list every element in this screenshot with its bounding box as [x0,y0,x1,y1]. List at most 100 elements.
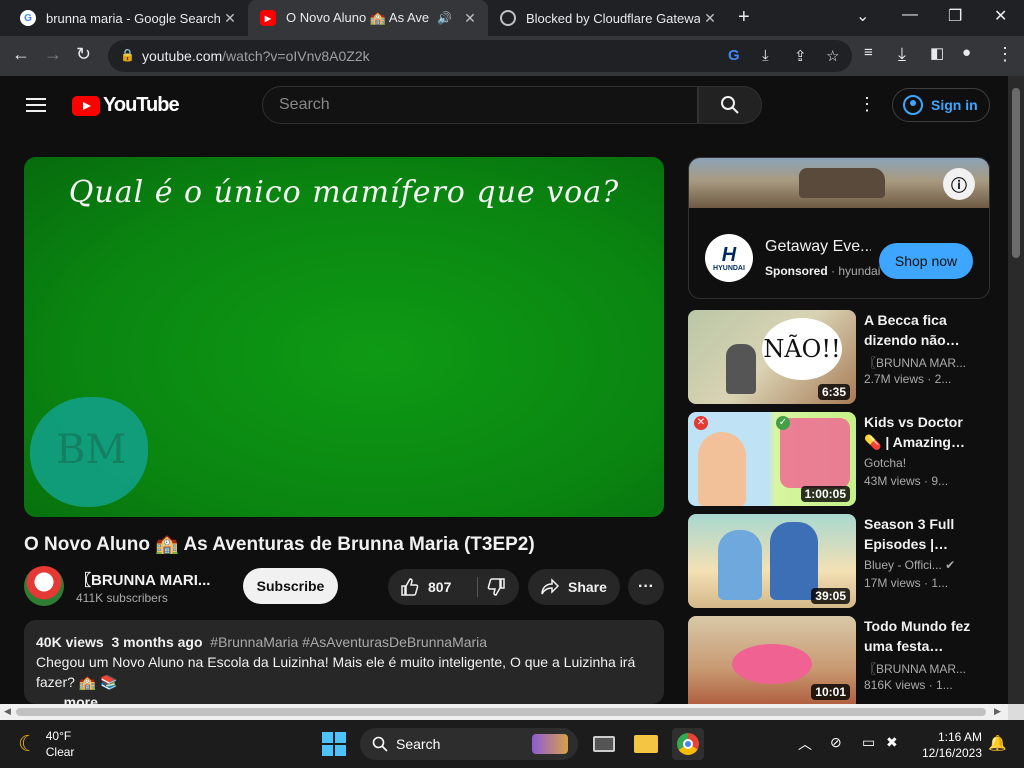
forward-button[interactable]: → [44,44,62,65]
recommendation-channel[interactable]: Bluey - Offici... ✔ [864,558,974,572]
youtube-header: YouTube Search ⋮ Sign in [0,76,1008,134]
weather-temperature: 40°F [45,729,72,743]
horizontal-scrollbar[interactable]: ◀ ▶ [0,704,1008,720]
hashtags[interactable]: #BrunnaMaria #AsAventurasDeBrunnaMaria [210,634,487,650]
recommendation-channel[interactable]: 〖BRUNNA MAR... [864,354,974,371]
channel-avatar[interactable] [24,566,64,606]
downloads-icon[interactable]: ⤓ [898,44,906,65]
advertiser-logo[interactable]: H HYUNDAI [705,234,753,282]
recommendation-title[interactable]: Kids vs Doctor 💊 | Amazing… [864,412,974,452]
show-hidden-icons-chevron[interactable]: ︿ [798,734,812,754]
google-lens-icon[interactable]: G [728,47,740,64]
hamburger-menu-icon[interactable] [26,98,46,112]
install-app-icon[interactable]: ⤓ [762,47,769,64]
scroll-right-arrow-icon[interactable]: ▶ [994,706,1001,717]
thumbnail-dog-blue [718,530,762,600]
video-thumbnail[interactable]: 10:01 [688,616,856,704]
taskbar-search[interactable]: Search [360,728,578,760]
video-thumbnail[interactable]: 39:05 [688,514,856,608]
weather-widget[interactable]: ☾ 40°F Clear [18,728,74,760]
restore-button[interactable]: ❐ [948,6,962,26]
recommendation-item[interactable]: ✕ ✓ 1:00:05 Kids vs Doctor 💊 | Amazing… … [688,412,978,506]
bookmark-star-icon[interactable]: ☆ [826,47,839,65]
network-icon[interactable]: ▭ [862,734,875,751]
like-dislike-group: 807 [388,569,519,605]
shop-now-button[interactable]: Shop now [879,243,973,279]
recommendation-item[interactable]: NÃO!! 6:35 A Becca fica dizendo não… 〖BR… [688,310,978,404]
moon-icon: ☾ [18,731,38,756]
like-divider [477,577,478,597]
task-view-icon[interactable] [588,728,620,760]
browser-menu-icon[interactable]: ⋮ [996,44,1014,65]
video-thumbnail[interactable]: ✕ ✓ 1:00:05 [688,412,856,506]
vertical-scroll-thumb[interactable] [1012,88,1020,258]
notification-bell-icon[interactable]: 🔔 [988,734,1007,752]
show-more-link[interactable]: ...more [36,692,652,704]
system-clock[interactable]: 1:16 AM 12/16/2023 [912,729,982,761]
search-button[interactable] [698,86,762,124]
minimize-button[interactable]: — [902,6,918,24]
new-tab-button[interactable]: + [738,6,750,29]
volume-muted-icon[interactable]: ✖ [886,734,898,751]
video-duration: 10:01 [811,684,850,700]
video-duration: 1:00:05 [800,486,850,502]
chrome-taskbar-icon[interactable] [672,728,704,760]
video-player[interactable]: Qual é o único mamífero que voa? BM [24,157,664,517]
tab-google-search[interactable]: G brunna maria - Google Search ✕ [8,0,248,36]
ad-card[interactable]: ⓘ H HYUNDAI Getaway Eve... Sponsored · h… [688,157,990,299]
browser-tab-strip: G brunna maria - Google Search ✕ ▶ O Nov… [0,0,1024,36]
dislike-button[interactable] [486,577,506,601]
clock-date: 12/16/2023 [921,746,982,760]
share-page-icon[interactable]: ⇪ [794,47,807,65]
search-icon [721,96,739,114]
ad-title[interactable]: Getaway Eve... [765,238,871,256]
address-bar[interactable]: 🔒 youtube.com/watch?v=oIVnv8A0Z2k G ⤓ ⇪ … [108,40,852,72]
recommendation-channel[interactable]: 〖BRUNNA MAR... [864,660,974,677]
scroll-left-arrow-icon[interactable]: ◀ [4,706,11,717]
speaker-icon[interactable]: 🔊 [437,11,452,25]
profile-icon[interactable]: ● [962,44,971,61]
back-button[interactable]: ← [12,44,30,65]
settings-menu-icon[interactable]: ⋮ [858,94,876,115]
recommendation-title[interactable]: Season 3 Full Episodes |… [864,514,974,554]
lock-icon[interactable]: 🔒 [120,48,135,62]
thumbs-up-icon [401,578,419,596]
camera-off-icon[interactable]: ⊘ [830,734,842,751]
recommendation-item[interactable]: 10:01 Todo Mundo fez uma festa… 〖BRUNNA … [688,616,978,704]
subscribe-button[interactable]: Subscribe [243,568,338,604]
close-tab-icon[interactable]: ✕ [220,10,240,27]
youtube-icon: ▶ [260,10,276,26]
tab-youtube-video[interactable]: ▶ O Novo Aluno 🏫 As Aventu 🔊 ✕ [248,0,488,36]
scrollbar-corner [1008,704,1024,720]
like-button[interactable]: 807 [400,577,451,597]
youtube-logo[interactable]: YouTube [72,94,180,117]
vertical-scrollbar[interactable] [1008,76,1024,704]
youtube-play-icon [72,95,100,116]
recommendation-title[interactable]: A Becca fica dizendo não… [864,310,974,350]
file-explorer-icon[interactable] [630,728,662,760]
video-thumbnail[interactable]: NÃO!! 6:35 [688,310,856,404]
more-actions-button[interactable]: ··· [628,569,664,605]
share-button[interactable]: Share [528,569,620,605]
close-tab-icon[interactable]: ✕ [700,10,720,27]
media-control-icon[interactable]: ≡ [864,44,873,61]
tab-cloudflare-blocked[interactable]: Blocked by Cloudflare Gateway ✕ [488,0,728,36]
ad-info-icon[interactable]: ⓘ [943,168,975,200]
sign-in-button[interactable]: Sign in [892,88,990,122]
recommendation-title[interactable]: Todo Mundo fez uma festa… [864,616,974,656]
start-button[interactable] [322,732,346,756]
horizontal-scroll-thumb[interactable] [16,708,986,716]
like-count: 807 [428,579,452,595]
recommendation-views: 17M views · 1... [864,576,949,590]
close-tab-icon[interactable]: ✕ [460,10,480,27]
reload-button[interactable]: ↻ [76,44,91,65]
side-panel-icon[interactable]: ◧ [930,44,944,62]
close-window-button[interactable]: ✕ [994,6,1007,26]
description-box[interactable]: 40K views 3 months ago #BrunnaMaria #AsA… [24,620,664,704]
search-input[interactable]: Search [262,86,698,124]
channel-name[interactable]: 〖BRUNNA MARI... [76,569,210,590]
recommendation-item[interactable]: 39:05 Season 3 Full Episodes |… Bluey - … [688,514,978,608]
recommendation-channel[interactable]: Gotcha! [864,456,974,470]
search-icon [372,736,388,752]
tab-search-chevron-icon[interactable]: ⌄ [856,6,869,26]
